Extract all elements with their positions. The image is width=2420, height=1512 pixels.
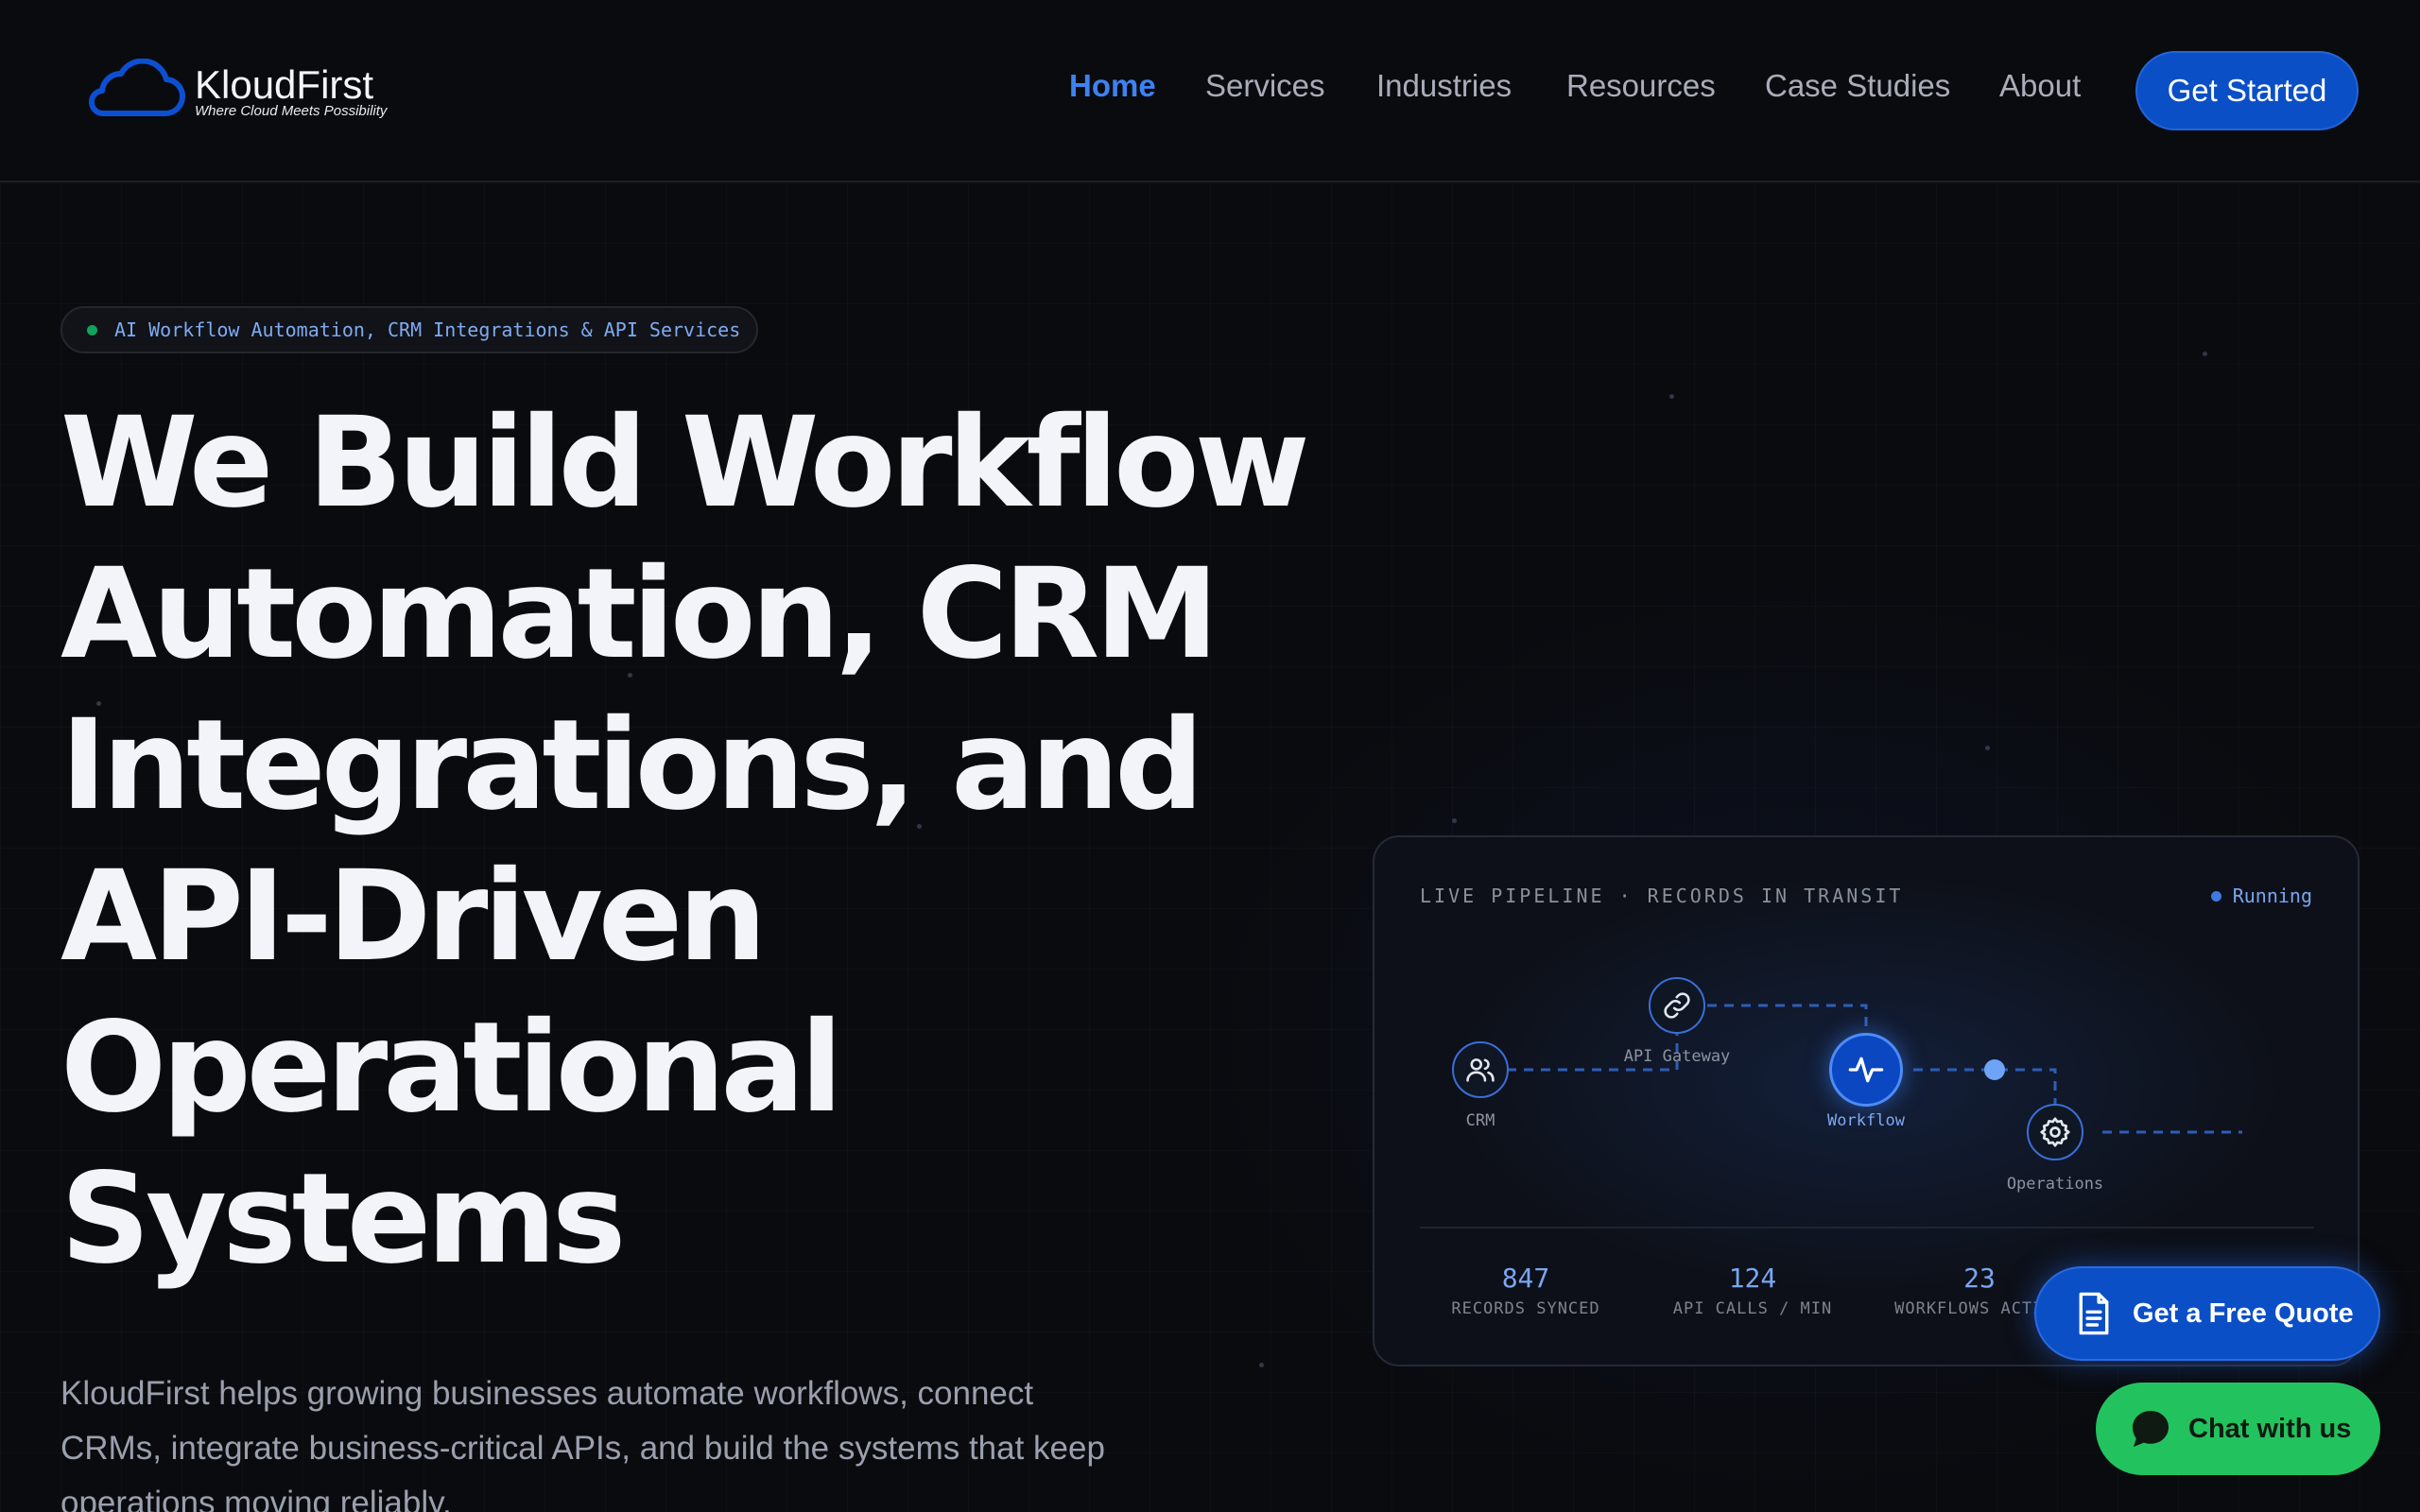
site-header: KloudFirst Where Cloud Meets Possibility… (0, 0, 2420, 182)
operations-node[interactable] (2027, 1104, 2083, 1160)
free-quote-label: Get a Free Quote (2133, 1297, 2354, 1329)
stat-records-synced: 847 RECORDS SYNCED (1422, 1263, 1630, 1318)
operations-node-label: Operations (2006, 1175, 2104, 1194)
api-gateway-node-label: API Gateway (1623, 1047, 1731, 1066)
stat-value: 847 (1501, 1263, 1550, 1294)
nav-home[interactable]: Home (1069, 68, 1156, 104)
hero-subtext: KloudFirst helps growing businesses auto… (60, 1375, 1105, 1512)
nav-resources[interactable]: Resources (1566, 68, 1716, 104)
users-icon (1466, 1058, 1495, 1082)
nav-services[interactable]: Services (1205, 68, 1325, 104)
headline-line: Operational (60, 995, 843, 1141)
api-gateway-node[interactable] (1649, 977, 1705, 1034)
gear-icon (2040, 1117, 2070, 1147)
chat-button[interactable]: Chat with us (2096, 1383, 2380, 1475)
link-icon (1664, 992, 1690, 1019)
background-dot (1669, 394, 1674, 399)
stat-value: 124 (1728, 1263, 1777, 1294)
activity-icon (1848, 1057, 1884, 1083)
status-dot (87, 324, 97, 335)
headline-line: Automation, CRM (60, 541, 1219, 687)
background-dot (1985, 746, 1990, 750)
transit-record-dot (1984, 1059, 2005, 1080)
background-dot (2203, 352, 2207, 356)
hero-badge: AI Workflow Automation, CRM Integrations… (60, 306, 758, 353)
chat-label: Chat with us (2188, 1413, 2352, 1444)
headline-line: API-Driven (60, 844, 767, 989)
document-icon (2079, 1292, 2109, 1335)
headline-line: Systems (60, 1146, 626, 1292)
stat-api-calls: 124 API CALLS / MIN (1649, 1263, 1857, 1318)
nav-case-studies[interactable]: Case Studies (1765, 68, 1950, 104)
brand-logo[interactable]: KloudFirst Where Cloud Meets Possibility (83, 59, 405, 125)
stat-label: RECORDS SYNCED (1451, 1299, 1600, 1318)
hero-badge-text: AI Workflow Automation, CRM Integrations… (114, 318, 741, 341)
workflow-node[interactable] (1829, 1033, 1903, 1107)
page: KloudFirst Where Cloud Meets Possibility… (0, 0, 2420, 1512)
free-quote-button[interactable]: Get a Free Quote (2034, 1266, 2380, 1361)
headline-line: Integrations, and (60, 693, 1204, 838)
background-dot (1259, 1363, 1264, 1367)
nav-industries[interactable]: Industries (1376, 68, 1512, 104)
cloud-icon (89, 59, 185, 117)
background-dot (1452, 818, 1457, 823)
card-divider (1420, 1227, 2314, 1228)
workflow-node-label: Workflow (1827, 1111, 1905, 1130)
hero-headline: We Build Workflow Automation, CRM Integr… (60, 387, 1327, 1295)
headline-line: We Build Workflow (60, 390, 1310, 536)
chat-bubble-icon (2133, 1411, 2169, 1447)
brand-tagline: Where Cloud Meets Possibility (195, 103, 388, 119)
brand-name: KloudFirst (195, 62, 374, 107)
nav-about[interactable]: About (1999, 68, 2081, 104)
crm-node[interactable] (1452, 1041, 1509, 1098)
crm-node-label: CRM (1465, 1111, 1495, 1130)
get-started-button[interactable]: Get Started (2135, 51, 2359, 130)
stat-label: API CALLS / MIN (1672, 1299, 1833, 1318)
